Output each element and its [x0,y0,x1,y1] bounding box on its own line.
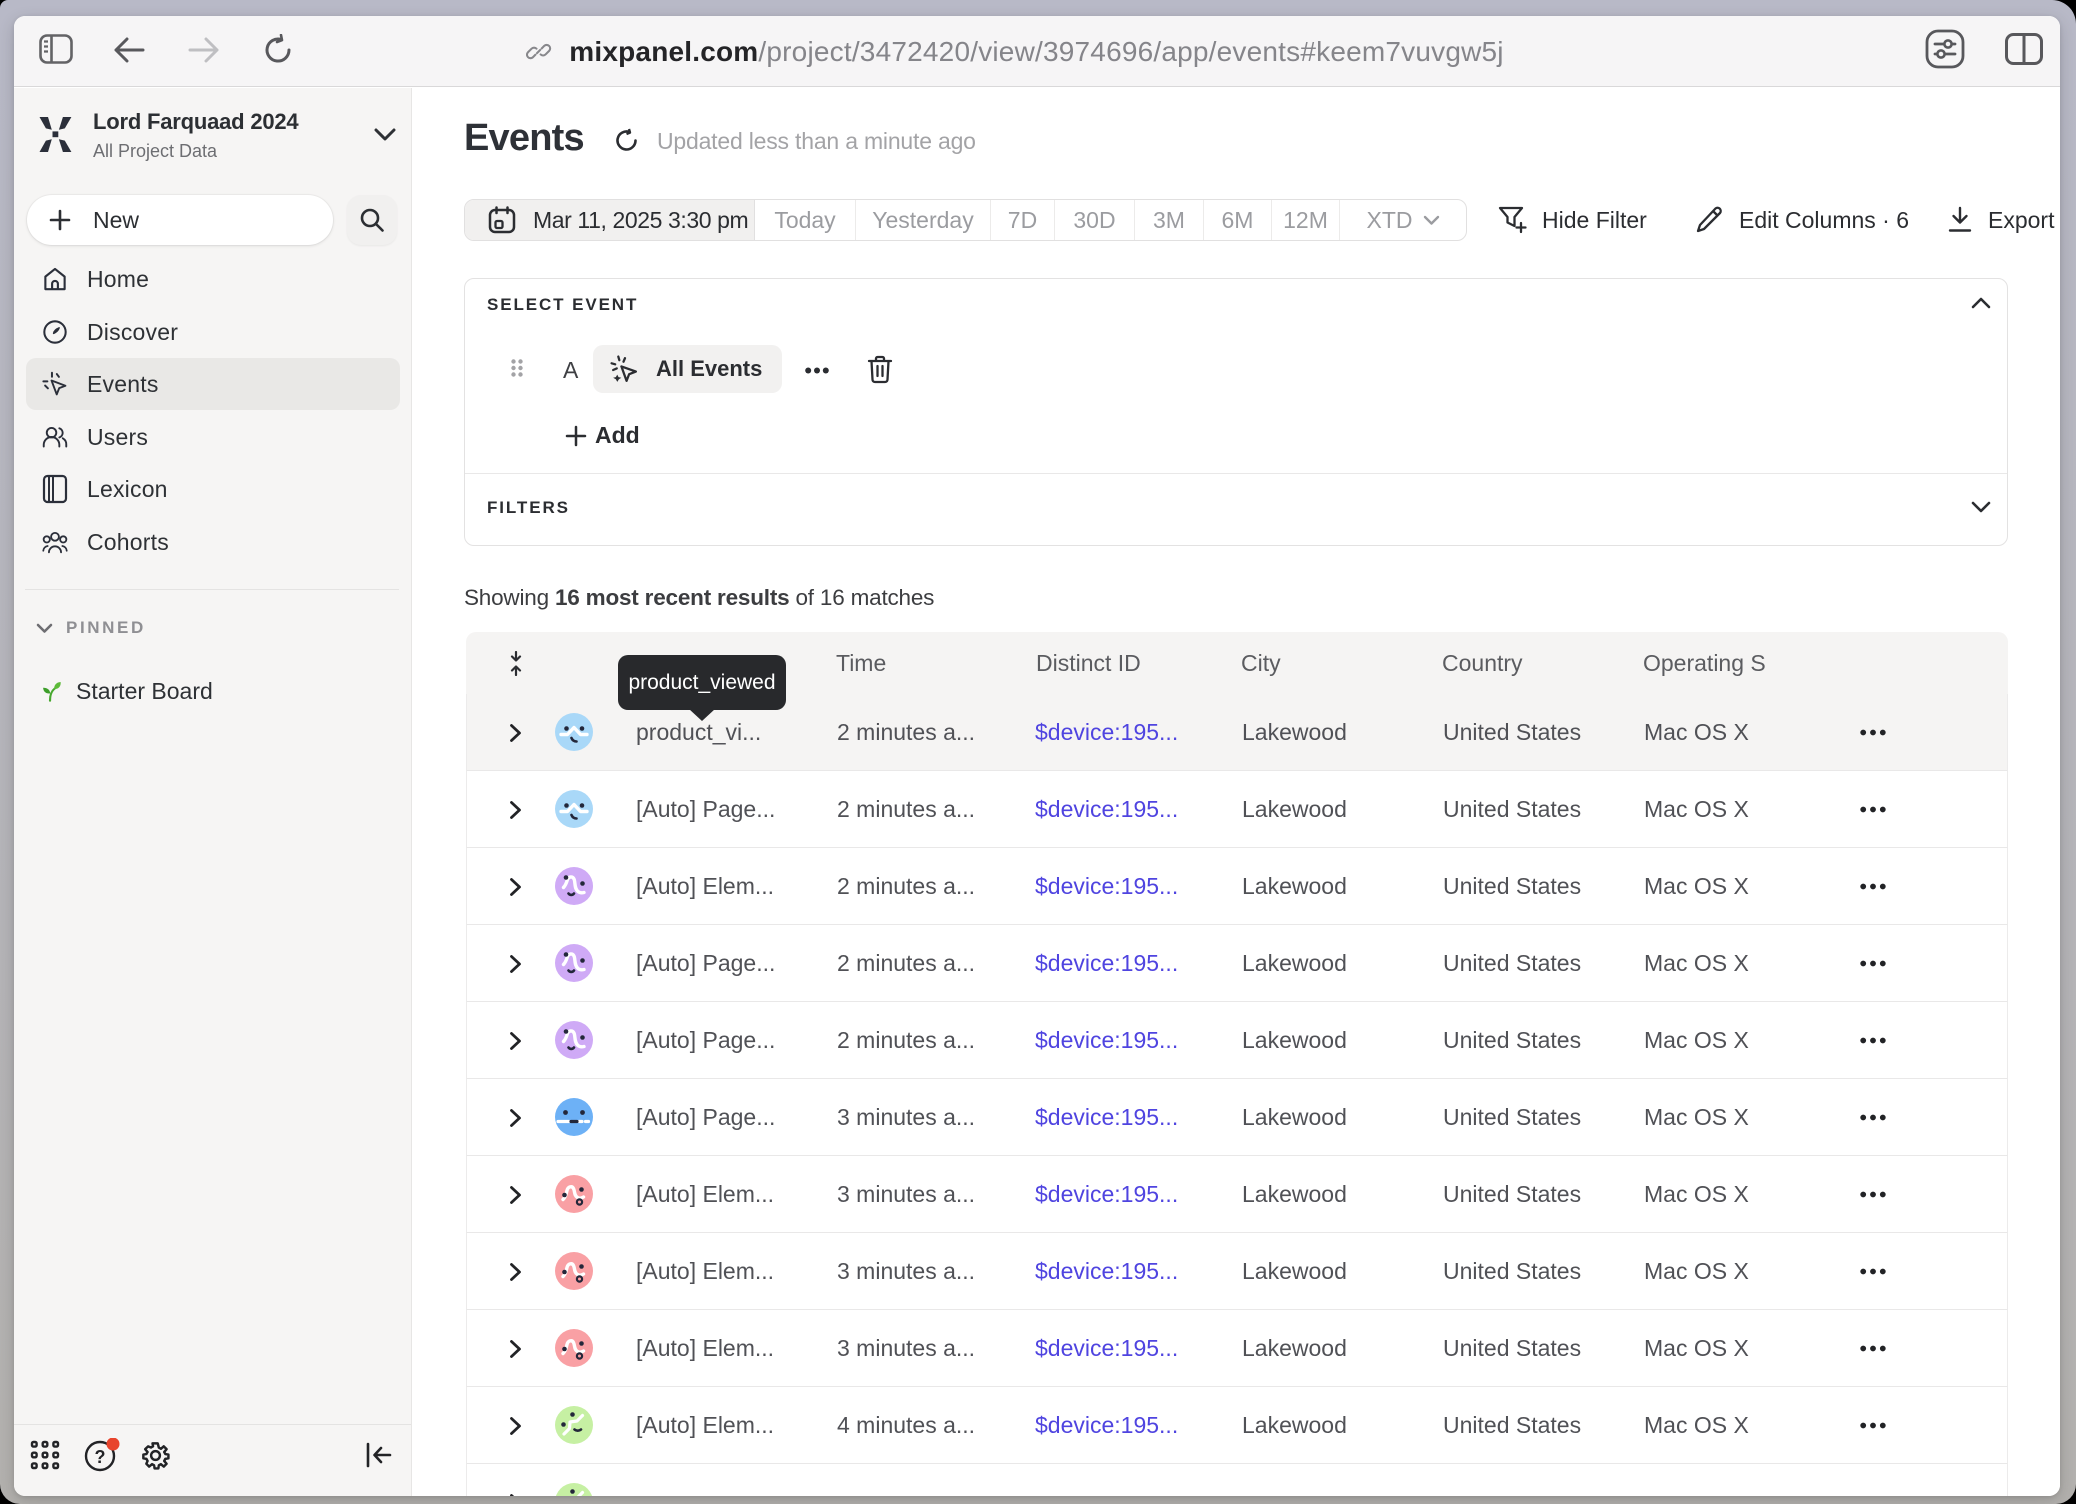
svg-text:?: ? [95,1447,106,1467]
